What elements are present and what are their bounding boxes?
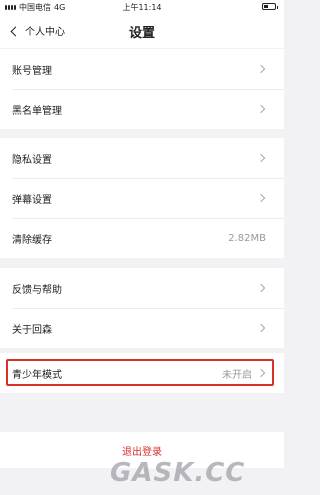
settings-item-about[interactable]: 关于回森 [0, 308, 284, 348]
settings-group-account: 账号管理 黑名单管理 [0, 49, 284, 129]
status-bar: 中国电信 4G 上午11:14 [0, 0, 284, 14]
settings-item-label: 隐私设置 [12, 154, 52, 166]
settings-item-label: 弹幕设置 [12, 194, 52, 206]
chevron-right-icon [256, 153, 266, 163]
nav-bar: 个人中心 设置 [0, 14, 284, 48]
battery-icon [262, 3, 278, 10]
settings-group-help: 反馈与帮助 关于回森 [0, 268, 284, 348]
watermark: GASK.CC [110, 458, 246, 488]
settings-group-privacy: 隐私设置 弹幕设置 清除缓存 2.82MB [0, 138, 284, 258]
settings-item-danmaku[interactable]: 弹幕设置 [0, 178, 284, 218]
highlight-box [6, 359, 274, 386]
chevron-right-icon [256, 104, 266, 114]
logout-label: 退出登录 [122, 446, 162, 458]
settings-item-blocklist[interactable]: 黑名单管理 [0, 89, 284, 129]
settings-item-feedback[interactable]: 反馈与帮助 [0, 268, 284, 308]
chevron-right-icon [256, 193, 266, 203]
cache-size-value: 2.82MB [228, 232, 266, 244]
settings-item-privacy[interactable]: 隐私设置 [0, 138, 284, 178]
settings-item-label: 清除缓存 [12, 234, 52, 246]
settings-item-label: 反馈与帮助 [12, 284, 62, 296]
status-time: 上午11:14 [122, 3, 162, 12]
settings-item-clear-cache[interactable]: 清除缓存 2.82MB [0, 218, 284, 258]
settings-item-label: 关于回森 [12, 324, 52, 336]
settings-item-label: 账号管理 [12, 65, 52, 77]
page-title: 设置 [128, 26, 155, 41]
settings-item-label: 黑名单管理 [12, 105, 62, 117]
chevron-right-icon [256, 64, 266, 74]
chevron-right-icon [256, 323, 266, 333]
chevron-right-icon [256, 283, 266, 293]
settings-item-account-management[interactable]: 账号管理 [0, 49, 284, 89]
